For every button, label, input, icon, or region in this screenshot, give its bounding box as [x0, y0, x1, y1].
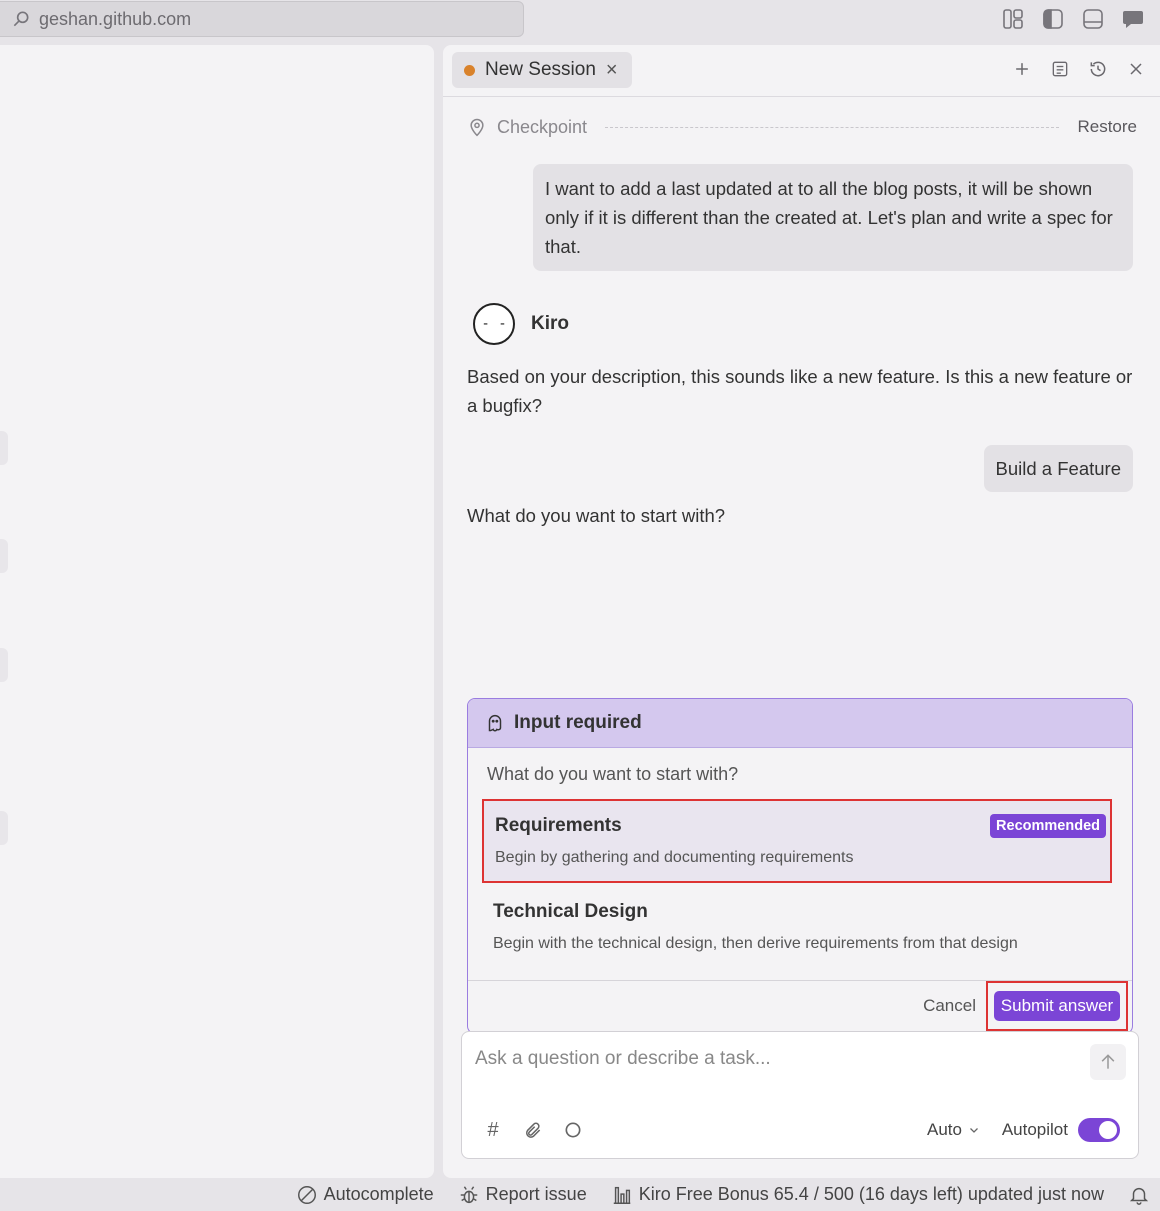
editor-edge-tab[interactable] [0, 431, 8, 465]
autopilot-toggle[interactable] [1078, 1118, 1120, 1142]
assistant-question: What do you want to start with? [467, 505, 726, 526]
location-pin-icon [470, 118, 484, 137]
hash-icon[interactable]: # [482, 1119, 504, 1141]
status-bar: Autocomplete Report issue Kiro Free Bonu… [0, 1178, 1160, 1211]
chevron-down-icon [970, 1128, 978, 1133]
assistant-header: - - Kiro [473, 303, 569, 345]
assistant-name: Kiro [531, 313, 569, 334]
history-icon[interactable] [1086, 57, 1110, 81]
chat-composer: # Auto Autopilot [461, 1031, 1139, 1159]
option-description: Begin with the technical design, then de… [493, 935, 1018, 952]
chat-bubble-icon[interactable] [1120, 6, 1146, 32]
checkpoint-row: Checkpoint Restore [467, 113, 1137, 141]
address-bar[interactable]: geshan.github.com [0, 1, 524, 37]
recommended-badge: Recommended [990, 814, 1106, 838]
layout-grid-icon[interactable] [1000, 6, 1026, 32]
chat-header: New Session × [443, 45, 1160, 97]
chat-input[interactable] [475, 1048, 1075, 1070]
close-tab-icon[interactable]: × [606, 60, 618, 80]
bug-icon [460, 1185, 477, 1203]
close-panel-icon[interactable] [1124, 57, 1148, 81]
option-title: Technical Design [493, 901, 648, 922]
usage-label: Kiro Free Bonus 65.4 / 500 (16 days left… [638, 1184, 1104, 1204]
restore-button[interactable]: Restore [1077, 117, 1137, 137]
arrow-up-icon [1101, 1054, 1115, 1069]
card-footer: Cancel Submit answer [468, 980, 1132, 1033]
unsaved-dot [464, 64, 475, 76]
input-required-card: Input required What do you want to start… [467, 698, 1133, 1034]
kiro-avatar: - - [473, 303, 515, 345]
mode-label: Auto [927, 1120, 962, 1139]
usage-status[interactable]: Kiro Free Bonus 65.4 / 500 (16 days left… [611, 1184, 1104, 1206]
checkpoint-label: Checkpoint [497, 116, 588, 137]
search-icon [13, 11, 29, 27]
send-button[interactable] [1090, 1044, 1126, 1080]
editor-edge-tab[interactable] [0, 539, 8, 573]
session-list-icon[interactable] [1048, 57, 1072, 81]
spinner-icon[interactable] [562, 1119, 584, 1141]
browser-toolbar: geshan.github.com [0, 0, 1160, 44]
notifications-bell[interactable] [1128, 1184, 1150, 1206]
user-message: I want to add a last updated at to all t… [533, 164, 1133, 271]
tab-label: New Session [485, 59, 596, 80]
chat-panel: New Session × Checkpoint Restore I want … [443, 45, 1160, 1178]
card-title: Input required [514, 712, 642, 733]
user-choice-message: Build a Feature [983, 445, 1133, 492]
mode-selector[interactable]: Auto [927, 1120, 980, 1140]
tab-new-session[interactable]: New Session × [452, 52, 632, 88]
autocomplete-label: Autocomplete [323, 1184, 434, 1204]
option-description: Begin by gathering and documenting requi… [495, 849, 854, 866]
new-session-icon[interactable] [1010, 57, 1034, 81]
report-issue-link[interactable]: Report issue [458, 1184, 587, 1206]
report-issue-label: Report issue [485, 1184, 587, 1204]
editor-panel [0, 45, 434, 1178]
paperclip-icon[interactable] [522, 1119, 544, 1141]
assistant-message: Based on your description, this sounds l… [467, 366, 1133, 416]
address-text: geshan.github.com [39, 8, 192, 29]
card-header: Input required [468, 699, 1132, 748]
submit-answer-button[interactable]: Submit answer [993, 991, 1121, 1021]
bar-chart-icon [613, 1186, 630, 1204]
ghost-icon [488, 715, 502, 732]
option-requirements[interactable]: Requirements Begin by gathering and docu… [482, 799, 1112, 883]
toggle-panel-icon[interactable] [1080, 6, 1106, 32]
prohibited-icon [297, 1185, 316, 1204]
autopilot-label: Autopilot [1001, 1120, 1068, 1139]
divider [605, 126, 1060, 128]
autocomplete-status[interactable]: Autocomplete [296, 1184, 434, 1206]
cancel-button[interactable]: Cancel [923, 996, 976, 1016]
editor-edge-tab[interactable] [0, 648, 8, 682]
option-technical-design[interactable]: Technical Design Begin with the technica… [482, 887, 1112, 971]
toggle-sidebar-icon[interactable] [1040, 6, 1066, 32]
editor-edge-tab[interactable] [0, 811, 8, 845]
submit-highlight: Submit answer [986, 981, 1128, 1031]
card-question: What do you want to start with? [487, 764, 739, 784]
bell-icon [1129, 1187, 1149, 1205]
